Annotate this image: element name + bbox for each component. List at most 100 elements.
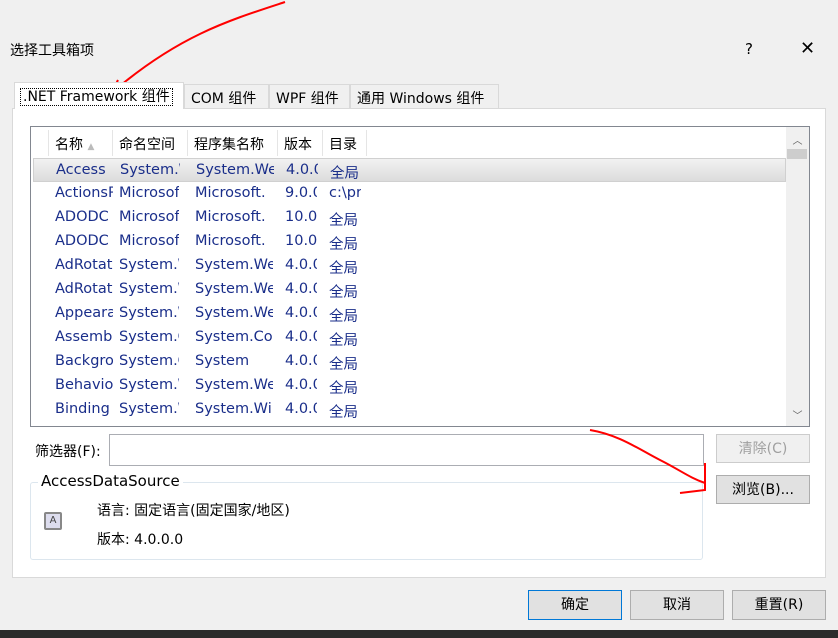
tab-net-framework[interactable]: .NET Framework 组件 [14,82,184,109]
selected-component-name: AccessDataSource [38,472,183,490]
scrollbar-thumb[interactable] [787,149,807,159]
cell-version: 4.0.0 [285,353,317,369]
reset-button[interactable]: 重置(R) [732,590,826,620]
column-header-version[interactable]: 版本 [278,130,323,156]
column-header-check [33,130,49,156]
sort-asc-icon: ▲ [87,142,95,152]
cell-name: Binding [55,401,110,417]
column-header-name[interactable]: 名称 ▲ [49,130,113,156]
cell-name: AdRotator [55,281,113,297]
cell-directory: 全局 [329,213,358,229]
cell-directory: 全局 [329,285,358,301]
clear-button[interactable]: 清除(C) [716,434,810,463]
cell-namespace: System.Web [120,162,180,178]
table-row[interactable]: ADODC Microsoft Microsoft. 10.0 全局 [33,230,786,254]
cell-namespace: System.Web [119,305,179,321]
cell-version: 4.0.0 [285,329,317,345]
cell-namespace: System.Wi [119,401,179,417]
cell-assembly: System.Web [196,162,274,178]
cell-directory: 全局 [329,309,358,325]
cell-name: ADODC [55,209,109,225]
table-row[interactable]: ADODC Microsoft Microsoft. 10.0 全局 [33,206,786,230]
column-header-directory[interactable]: 目录 [323,130,367,156]
component-list[interactable]: 名称 ▲ 命名空间 程序集名称 版本 目录 Access System.Web Sy… [30,126,810,427]
cell-namespace: System.Co [119,353,179,369]
component-icon: A [44,512,62,530]
cell-directory: 全局 [329,357,358,373]
cell-name: Behavior [55,377,113,393]
cell-name: Assembly [55,329,113,345]
cell-directory: c:\pr [329,185,361,201]
tab-wpf[interactable]: WPF 组件 [269,84,350,108]
cell-assembly: System.Web [195,281,273,297]
cell-version: 4.0.0 [285,401,317,417]
cell-assembly: System.Web [195,305,273,321]
table-row[interactable]: Background System.Co System 4.0.0 全局 [33,350,786,374]
cell-version: 10.0 [285,209,317,225]
tab-label: .NET Framework 组件 [20,88,173,106]
column-header-namespace[interactable]: 命名空间 [113,130,188,156]
cell-directory: 全局 [329,237,358,253]
ok-button[interactable]: 确定 [528,590,622,620]
header-label: 名称 [55,137,83,153]
annotation-arrow-line [114,1,286,91]
table-row[interactable]: Binding System.Wi System.Wi 4.0.0 全局 [33,398,786,422]
scroll-down-icon[interactable]: ﹀ [786,407,809,422]
cell-version: 4.0.0 [286,162,318,178]
cell-assembly: System.Web [195,377,273,393]
cell-version: 9.0.0 [285,185,317,201]
cell-directory: 全局 [330,166,359,182]
close-button[interactable]: ✕ [800,38,815,59]
cell-version: 4.0.0 [285,257,317,273]
table-row[interactable]: AdRotator System.Web System.Web 4.0.0 全局 [33,278,786,302]
table-row[interactable]: Appearance System.Web System.Web 4.0.0 全局 [33,302,786,326]
table-row[interactable]: AdRotator System.Web System.Web 4.0.0 全局 [33,254,786,278]
cell-assembly: System [195,353,250,369]
cell-name: Appearance [55,305,113,321]
cell-assembly: Microsoft. [195,209,266,225]
browse-button[interactable]: 浏览(B)... [716,475,810,504]
cell-assembly: System.Web [195,257,273,273]
language-info: 语言: 固定语言(固定国家/地区) [97,503,290,519]
cell-namespace: Microsoft [119,209,179,225]
version-info: 版本: 4.0.0.0 [97,532,184,548]
cell-namespace: Microsoft [119,185,179,201]
cell-namespace: System.Web [119,257,179,273]
filter-input[interactable] [109,434,704,466]
cell-directory: 全局 [329,381,358,397]
cell-assembly: System.Wi [195,401,272,417]
cell-name: Background [55,353,113,369]
cell-assembly: Microsoft. [195,233,266,249]
cell-assembly: Microsoft. [195,185,266,201]
cell-namespace: System.Web [119,281,179,297]
cell-version: 4.0.0 [285,377,317,393]
cell-directory: 全局 [329,333,358,349]
vertical-scrollbar[interactable]: ︿ ﹀ [786,127,809,426]
column-header-assembly[interactable]: 程序集名称 [188,130,278,156]
table-row[interactable]: Assembly System.Co System.Co 4.0.0 全局 [33,326,786,350]
cell-name: AdRotator [55,257,113,273]
cell-namespace: Microsoft [119,233,179,249]
table-row[interactable]: ActionsPane Microsoft Microsoft. 9.0.0 c:\pr [33,182,786,206]
filter-label: 筛选器(F): [35,444,101,460]
cancel-button[interactable]: 取消 [630,590,724,620]
cell-version: 10.0 [285,233,317,249]
tab-universal-windows[interactable]: 通用 Windows 组件 [350,84,499,108]
cell-name: ActionsPane [55,185,113,201]
cell-directory: 全局 [329,405,358,421]
cell-assembly: System.Co [195,329,273,345]
cell-directory: 全局 [329,261,358,277]
cell-version: 4.0.0 [285,281,317,297]
cell-name: ADODC [55,233,109,249]
dialog-title: 选择工具箱项 [10,43,94,59]
table-row[interactable]: Access System.Web System.Web 4.0.0 全局 [33,158,786,182]
cell-name: Access [56,162,106,178]
cell-namespace: System.Co [119,329,179,345]
scroll-up-icon[interactable]: ︿ [786,132,809,147]
cell-namespace: System.Web [119,377,179,393]
table-row[interactable]: Behavior System.Web System.Web 4.0.0 全局 [33,374,786,398]
cell-version: 4.0.0 [285,305,317,321]
taskbar-strip [0,630,838,638]
tab-com[interactable]: COM 组件 [184,84,269,108]
help-button[interactable]: ? [745,40,753,58]
